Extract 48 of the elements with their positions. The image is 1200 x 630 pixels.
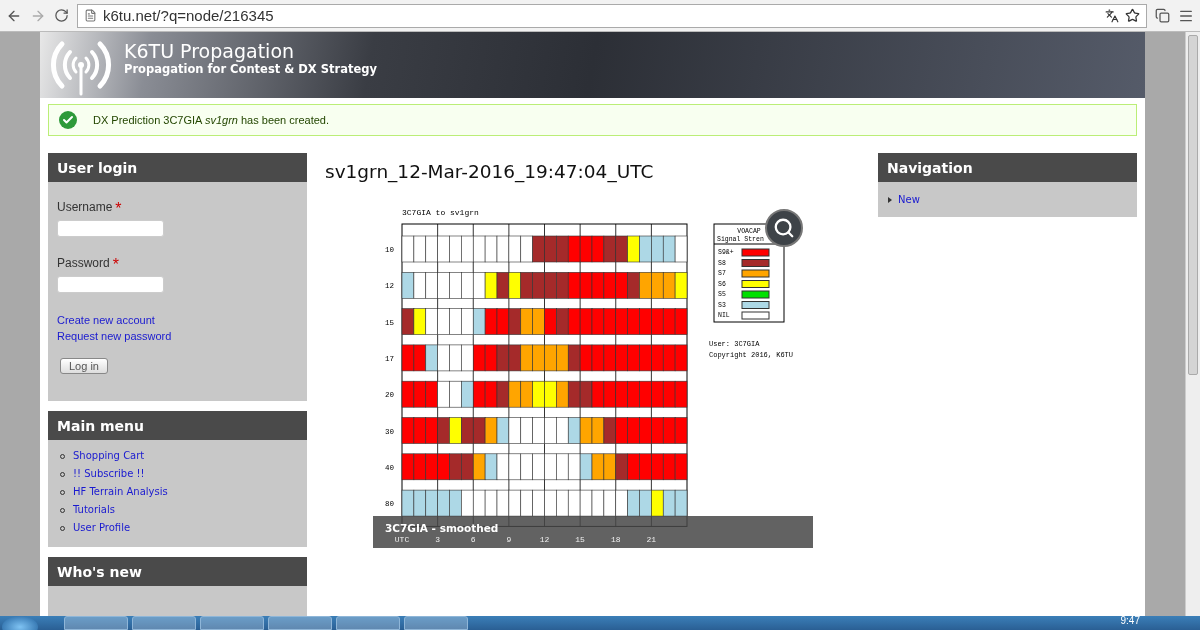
search-icon	[773, 217, 795, 239]
triangle-icon	[888, 196, 892, 203]
required-mark: *	[115, 200, 122, 219]
menu-link[interactable]: Tutorials	[73, 502, 115, 518]
password-field[interactable]	[57, 276, 164, 293]
translate-icon[interactable]	[1105, 8, 1119, 23]
field-label: Password	[57, 256, 110, 270]
nav-link[interactable]: New	[898, 191, 920, 208]
hour-label: 12	[539, 535, 550, 544]
extension-icon[interactable]	[1155, 8, 1170, 23]
check-icon	[59, 111, 77, 130]
hour-label: 15	[575, 535, 585, 544]
block-title: Who's new	[48, 557, 307, 586]
block-title: Main menu	[48, 411, 307, 440]
block-title: User login	[48, 153, 307, 182]
account-link[interactable]: Request new password	[57, 328, 298, 344]
site-slogan: Propagation for Contest & DX Strategy	[124, 62, 377, 77]
account-link[interactable]: Create new account	[57, 312, 298, 328]
page-title: sv1grn_12-Mar-2016_19:47:04_UTC	[325, 161, 655, 182]
required-mark: *	[112, 256, 119, 275]
page-icon	[84, 9, 97, 22]
hour-label: UTC	[394, 535, 410, 544]
menu-link[interactable]: User Profile	[73, 520, 131, 536]
taskbar-button[interactable]	[404, 616, 468, 630]
hour-label: 18	[610, 535, 621, 544]
reload-icon[interactable]	[54, 8, 69, 23]
clock: 9:47	[1120, 616, 1140, 626]
taskbar-button[interactable]	[336, 616, 400, 630]
hour-label: 3	[435, 535, 441, 544]
hour-label: 9	[506, 535, 512, 544]
taskbar-button[interactable]	[132, 616, 196, 630]
taskbar-button[interactable]	[64, 616, 128, 630]
username-field[interactable]	[57, 220, 164, 237]
menu-link[interactable]: HF Terrain Analysis	[73, 484, 168, 500]
hour-label: 21	[646, 535, 657, 544]
taskbar-button[interactable]	[268, 616, 332, 630]
menu-link[interactable]: Shopping Cart	[73, 448, 145, 464]
chart-title: 3C7GIA to sv1grn	[402, 208, 479, 217]
block-title: Navigation	[878, 153, 1137, 182]
menu-link[interactable]: !! Subscribe !!	[73, 466, 145, 482]
field-label: Username	[57, 200, 113, 214]
hour-label: 6	[470, 535, 476, 544]
message-text: DX Prediction 3C7GIA sv1grn has been created.	[93, 114, 330, 127]
taskbar-button[interactable]	[200, 616, 264, 630]
login-button[interactable]: Log in	[60, 358, 108, 374]
address-bar[interactable]: k6tu.net/?q=node/216345	[77, 3, 1147, 28]
site-name: K6TU Propagation	[124, 40, 296, 63]
star-icon[interactable]	[1125, 8, 1140, 23]
